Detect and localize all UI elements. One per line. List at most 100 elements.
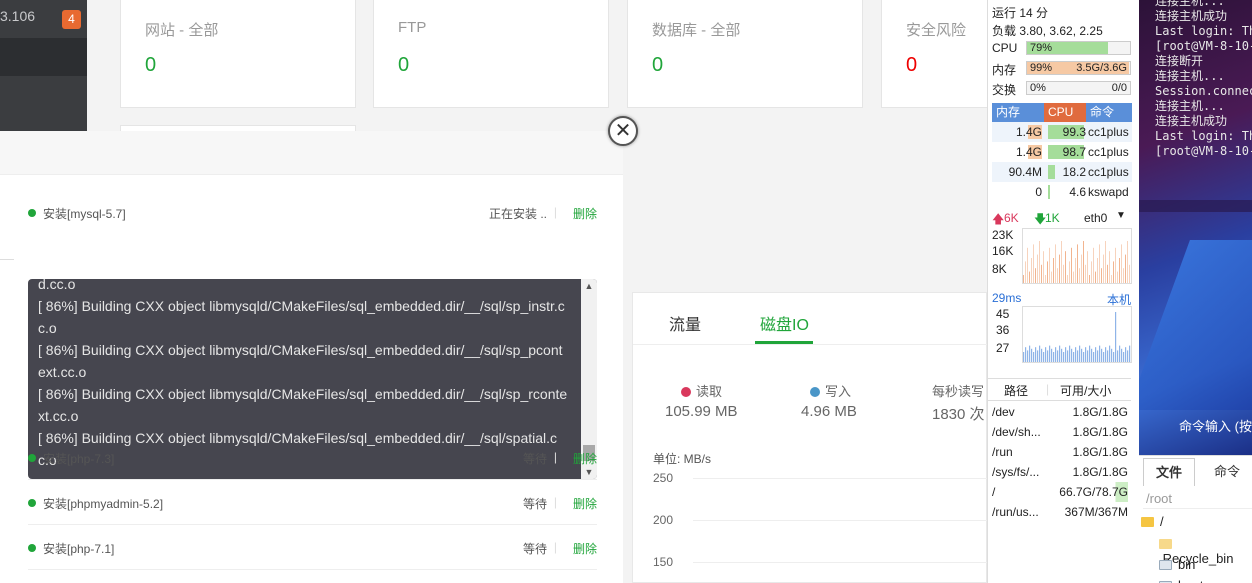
task-status: 等待 (522, 497, 547, 511)
command-input[interactable]: 命令输入 (按 (1179, 416, 1252, 435)
stat-label: 安全风险 (906, 22, 967, 39)
col-cpu[interactable]: CPU (1044, 103, 1086, 122)
net-activity-bar (1119, 258, 1120, 283)
net-activity-bar (1063, 264, 1064, 283)
latency-bar (1049, 345, 1051, 362)
process-cpu: 18.2 (1062, 165, 1086, 179)
terminal-line: 连接断开 (1155, 54, 1204, 68)
net-activity-bar (1111, 275, 1112, 283)
net-activity-bar (1045, 275, 1046, 283)
stat-card-databases[interactable]: 数据库 - 全部 0 (627, 0, 863, 108)
tab-files[interactable]: 文件 (1143, 458, 1195, 486)
write-label: 写入 (825, 384, 852, 399)
disk-size: 1.8G/1.8G (1072, 445, 1128, 459)
io-tabs: 流量 磁盘IO (633, 293, 988, 345)
log-line: [ 86%] Building CXX object libmysqld/CMa… (38, 386, 568, 402)
latency-bar (1047, 350, 1049, 362)
network-graph (1022, 228, 1132, 284)
net-activity-bar (1055, 244, 1056, 283)
delete-link[interactable]: 删除 (573, 495, 597, 512)
latency-bar (1091, 348, 1093, 362)
system-monitor: 运行 14 分 负载 3.80, 3.62, 2.25 CPU 79% 内存 9… (987, 0, 1139, 583)
write-value: 4.96 MB (801, 403, 857, 420)
net-activity-bar (1087, 251, 1088, 283)
latency-bar (1055, 347, 1057, 362)
delete-link[interactable]: 删除 (573, 540, 597, 557)
tab-disk-io[interactable]: 磁盘IO (760, 311, 809, 335)
col-command[interactable]: 命令 (1086, 103, 1132, 122)
net-tick: 23K (992, 228, 1014, 242)
latency-graph (1022, 306, 1132, 363)
stat-value: 0 (145, 54, 157, 76)
process-row[interactable]: 1.4G 98.7 cc1plus (992, 142, 1132, 162)
terminal-line: [root@VM-8-10- (1155, 144, 1252, 158)
terminal-line: 连接主机... (1155, 69, 1225, 83)
chevron-down-icon[interactable]: ▼ (1116, 210, 1126, 221)
divider (28, 524, 597, 525)
scroll-up-icon[interactable]: ▲ (581, 279, 597, 293)
terminal[interactable]: 连接主机... 连接主机成功 Last login: Th [root@VM-8-10… (1139, 0, 1252, 455)
process-mem: 1.4G (1015, 125, 1042, 139)
cpu-usage-bar (1048, 165, 1055, 179)
tree-item[interactable]: bin (1159, 557, 1195, 572)
tab-commands[interactable]: 命令 (1203, 458, 1251, 486)
disk-size: 66.7G/78.7G (1059, 482, 1128, 502)
net-tick: 8K (992, 262, 1007, 276)
net-activity-bar (1051, 271, 1052, 283)
col-mem[interactable]: 内存 (992, 103, 1044, 122)
interface-select[interactable]: eth0 (1084, 211, 1107, 225)
path-input[interactable]: /root (1143, 489, 1252, 509)
latency-bar (1105, 347, 1107, 362)
terminal-line: 连接主机... (1155, 99, 1225, 113)
disk-row[interactable]: /run 1.8G/1.8G (992, 442, 1132, 462)
close-icon[interactable]: ✕ (608, 116, 638, 146)
disk-size: 1.8G/1.8G (1072, 405, 1128, 419)
disk-path: /dev (992, 405, 1015, 419)
disk-row[interactable]: /dev 1.8G/1.8G (992, 402, 1132, 422)
dialog-body: 安装[mysql-5.7] 正在安装 .. | 删除 d.cc.o [ 86%] … (0, 175, 623, 583)
tree-item[interactable]: boot (1159, 578, 1203, 583)
y-tick: 200 (653, 513, 674, 527)
latency-bar (1119, 345, 1121, 362)
tree-root[interactable]: / (1141, 514, 1164, 529)
disk-row[interactable]: /sys/fs/... 1.8G/1.8G (992, 462, 1132, 482)
stat-card-ftp[interactable]: FTP 0 (373, 0, 609, 108)
latency-bar (1027, 350, 1029, 362)
net-activity-bar (1123, 268, 1124, 283)
process-command: cc1plus (1088, 145, 1129, 159)
process-row[interactable]: 90.4M 18.2 cc1plus (992, 162, 1132, 182)
swap-label: 交换 (992, 83, 1017, 97)
disk-row[interactable]: /run/us... 367M/367M (992, 502, 1132, 522)
rate-label: 每秒读写 (932, 384, 985, 399)
task-name: 安装[php-7.3] (43, 452, 115, 466)
task-name: 安装[phpmyadmin-5.2] (43, 497, 164, 511)
net-activity-bar (1105, 241, 1106, 283)
status-dot-icon (28, 209, 36, 217)
process-table-header: 内存 CPU 命令 (992, 103, 1132, 122)
net-activity-bar (1025, 261, 1026, 283)
cpu-bar: 79% (1026, 41, 1131, 55)
latency-bar (1041, 348, 1043, 362)
latency-bar (1045, 347, 1047, 362)
process-row[interactable]: 1.4G 99.3 cc1plus (992, 122, 1132, 142)
y-tick: 150 (653, 555, 674, 569)
stat-card-websites[interactable]: 网站 - 全部 0 (120, 0, 356, 108)
tab-traffic[interactable]: 流量 (669, 311, 701, 335)
latency-bar (1069, 345, 1071, 362)
stat-card-security[interactable]: 安全风险 0 (881, 0, 1001, 108)
latency-bar (1127, 350, 1129, 362)
notification-badge[interactable]: 4 (62, 10, 81, 29)
terminal-line: 连接主机成功 (1155, 114, 1228, 128)
sidebar-item[interactable] (0, 38, 87, 76)
divider (28, 569, 597, 570)
latency-bar (1123, 352, 1125, 362)
folder-label: boot (1178, 578, 1203, 583)
delete-link[interactable]: 删除 (573, 205, 597, 222)
net-activity-bar (1059, 254, 1060, 283)
task-row: 安装[php-7.3] 等待 | 删除 (28, 447, 597, 471)
delete-link[interactable]: 删除 (573, 450, 597, 467)
disk-row[interactable]: / 66.7G/78.7G (992, 482, 1132, 502)
folder-label: / (1160, 514, 1164, 529)
disk-row[interactable]: /dev/sh... 1.8G/1.8G (992, 422, 1132, 442)
process-row[interactable]: 0 4.6 kswapd (992, 182, 1132, 202)
